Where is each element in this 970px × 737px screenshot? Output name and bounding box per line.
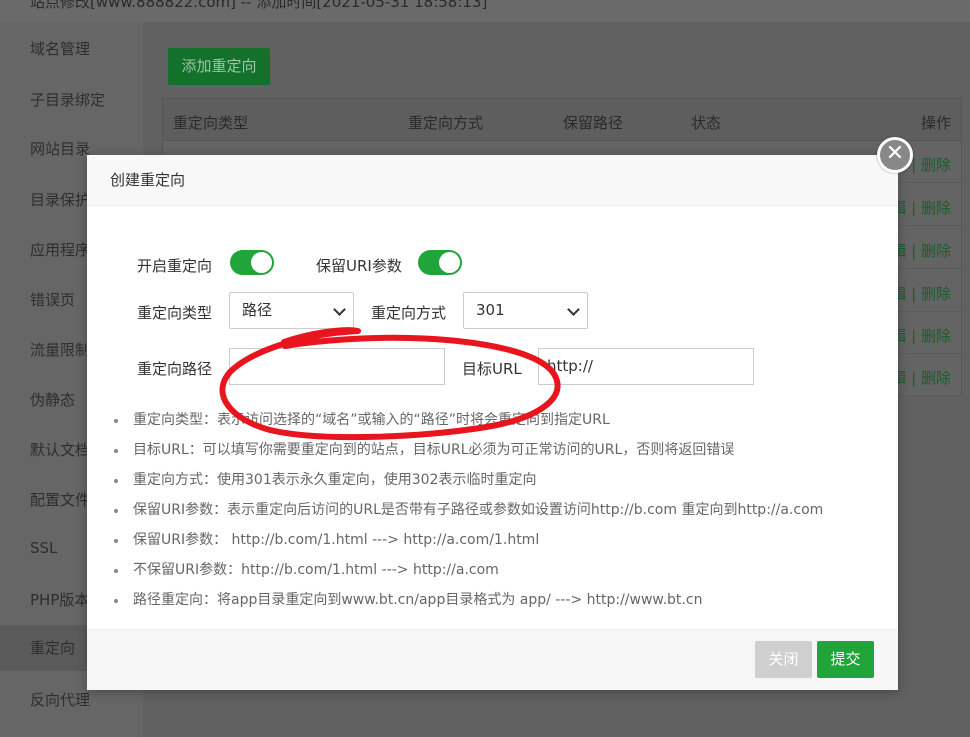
page-title: 站点修改[www.888822.com] -- 添加时间[2021-05-31 …: [30, 0, 488, 11]
sidebar-item-proxy[interactable]: 反向代理: [30, 689, 90, 710]
redirect-path-input[interactable]: [229, 348, 445, 385]
sidebar-item-dir-protect[interactable]: 目录保护: [30, 189, 90, 210]
help-item: 保留URI参数：表示重定向后访问的URL是否带有子路径或参数如设置访问http:…: [112, 495, 882, 525]
help-item: 路径重定向：将app目录重定向到www.bt.cn/app目录格式为 app/ …: [112, 585, 882, 615]
sidebar-item-domain[interactable]: 域名管理: [30, 38, 90, 59]
redirect-method-select[interactable]: 301: [463, 292, 588, 329]
toggle-knob: [439, 252, 460, 273]
help-item: 目标URL：可以填写你需要重定向到的站点，目标URL必须为可正常访问的URL，否…: [112, 435, 882, 465]
help-item: 重定向类型：表示访问选择的“域名”或输入的“路径”时将会重定向到指定URL: [112, 405, 882, 435]
enable-redirect-toggle[interactable]: [230, 250, 274, 275]
sidebar-item-config[interactable]: 配置文件: [30, 489, 90, 510]
redirect-method-label: 重定向方式: [371, 304, 447, 322]
th-method: 重定向方式: [408, 114, 484, 132]
th-type: 重定向类型: [173, 114, 249, 132]
sidebar-item-site-dir[interactable]: 网站目录: [30, 138, 90, 159]
help-item: 不保留URI参数：http://b.com/1.html ---> http:/…: [112, 555, 882, 585]
redirect-type-value: 路径: [242, 301, 273, 319]
help-item: 重定向方式：使用301表示永久重定向，使用302表示临时重定向: [112, 465, 882, 495]
help-item: 保留URI参数： http://b.com/1.html ---> http:/…: [112, 525, 882, 555]
table-header: 重定向类型 重定向方式 保留路径 状态 操作: [163, 99, 961, 141]
chevron-down-icon: [567, 303, 580, 316]
enable-redirect-label: 开启重定向: [137, 257, 213, 275]
keep-uri-label: 保留URI参数: [316, 257, 402, 275]
help-list: 重定向类型：表示访问选择的“域名”或输入的“路径”时将会重定向到指定URL 目标…: [112, 405, 882, 615]
sidebar-item-default-doc[interactable]: 默认文档: [30, 439, 90, 460]
submit-button[interactable]: 提交: [817, 641, 874, 678]
redirect-type-select[interactable]: 路径: [229, 292, 354, 329]
toggle-knob: [251, 252, 272, 273]
close-icon[interactable]: ✕: [877, 137, 913, 173]
close-button[interactable]: 关闭: [755, 641, 812, 678]
sidebar-item-subdir[interactable]: 子目录绑定: [30, 89, 105, 110]
sidebar-item-app[interactable]: 应用程序: [30, 239, 90, 260]
chevron-down-icon: [333, 303, 346, 316]
dialog-title: 创建重定向: [87, 155, 898, 206]
target-url-label: 目标URL: [462, 360, 522, 378]
redirect-method-value: 301: [476, 301, 505, 319]
sidebar-item-error-page[interactable]: 错误页: [30, 289, 75, 310]
keep-uri-toggle[interactable]: [418, 250, 462, 275]
add-redirect-button[interactable]: 添加重定向: [168, 48, 270, 85]
target-url-input[interactable]: http://: [538, 348, 754, 385]
dialog-footer: 关闭 提交: [87, 629, 898, 690]
redirect-type-label: 重定向类型: [137, 304, 213, 322]
redirect-path-label: 重定向路径: [137, 360, 213, 378]
sidebar-item-traffic-limit[interactable]: 流量限制: [30, 339, 90, 360]
page-title-bar: 站点修改[www.888822.com] -- 添加时间[2021-05-31 …: [0, 0, 970, 22]
th-keep-path: 保留路径: [563, 114, 624, 132]
sidebar-item-php[interactable]: PHP版本: [30, 589, 89, 610]
sidebar-item-rewrite[interactable]: 伪静态: [30, 389, 75, 410]
th-status: 状态: [691, 114, 722, 132]
th-actions: 操作: [921, 114, 952, 132]
sidebar-item-ssl[interactable]: SSL: [30, 539, 57, 557]
